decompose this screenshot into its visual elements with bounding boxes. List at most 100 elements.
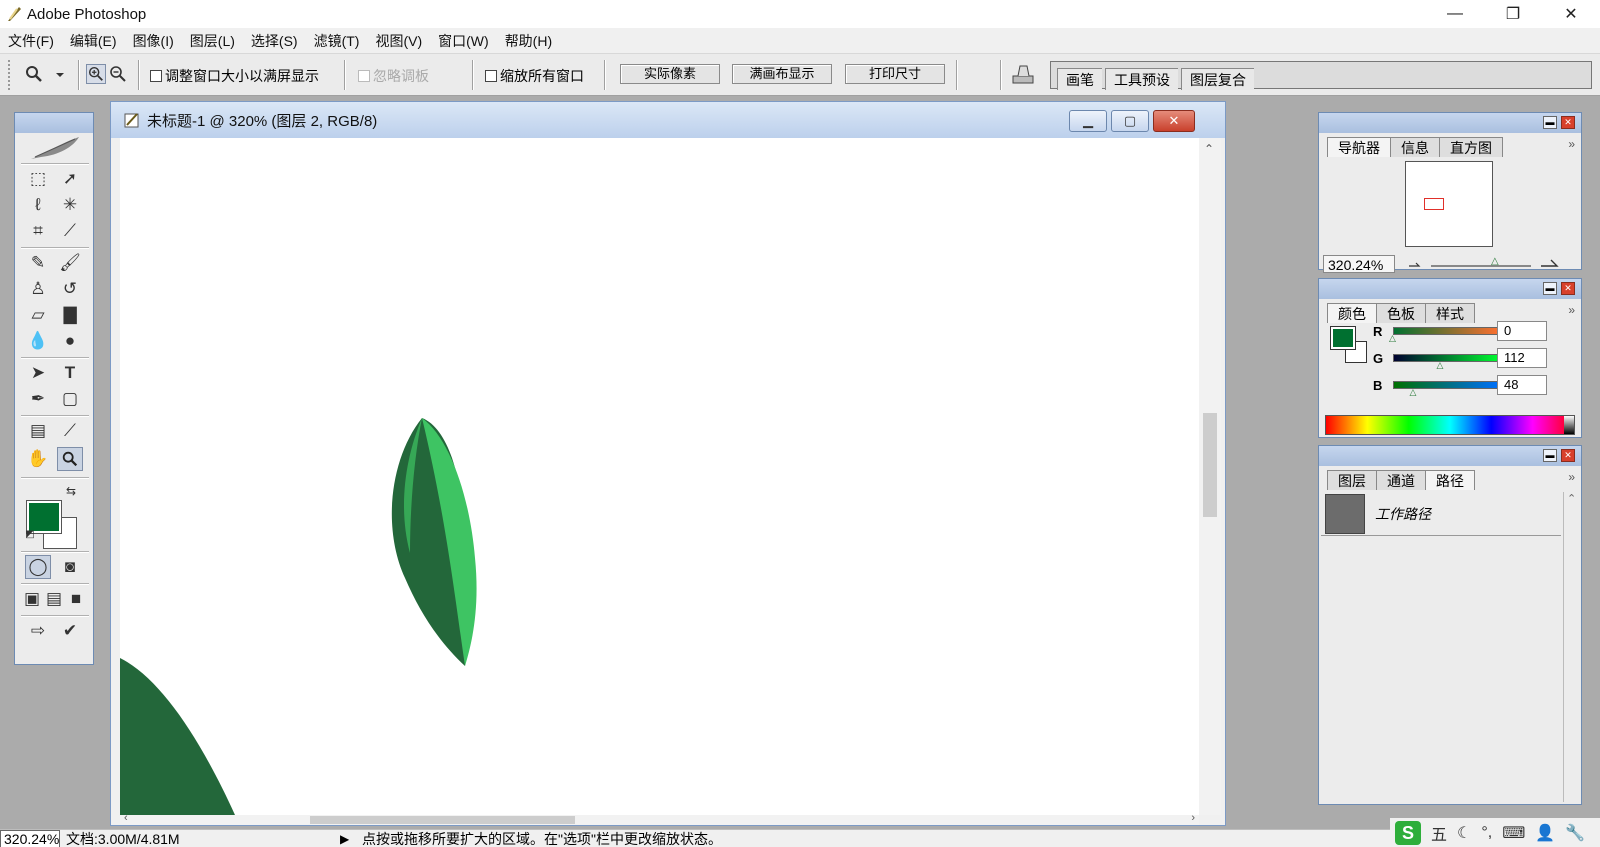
panel-minimize-button[interactable]: ▬ [1543, 116, 1557, 129]
blue-slider-thumb[interactable]: △ [1410, 387, 1417, 398]
eyedropper-tool-icon[interactable]: ⟋ [57, 419, 83, 443]
panel-close-button[interactable]: ✕ [1561, 449, 1575, 462]
green-slider-thumb[interactable]: △ [1437, 360, 1444, 371]
default-colors-icon[interactable]: ◩ [23, 527, 37, 541]
punctuation-icon[interactable]: °, [1481, 824, 1492, 842]
well-tab-layer-comps[interactable]: 图层复合 [1181, 68, 1254, 90]
scroll-right-icon[interactable]: › [1191, 812, 1195, 824]
move-tool-icon[interactable]: ➚ [57, 167, 83, 191]
navigator-view-box[interactable] [1424, 198, 1444, 210]
clone-stamp-tool-icon[interactable]: ♙ [25, 277, 51, 301]
user-icon[interactable]: 👤 [1535, 823, 1555, 843]
zoom-out-icon[interactable] [108, 64, 128, 84]
hand-tool-icon[interactable]: ✋ [25, 447, 51, 471]
swap-colors-icon[interactable]: ⇆ [63, 483, 79, 499]
menu-view[interactable]: 视图(V) [367, 28, 430, 54]
healing-brush-tool-icon[interactable]: ✎ [25, 251, 51, 275]
shape-tool-icon[interactable]: ▢ [57, 387, 83, 411]
tools-wrench-icon[interactable]: 🔧 [1565, 823, 1585, 843]
scroll-left-icon[interactable]: ‹ [124, 812, 128, 824]
gradient-tool-icon[interactable]: ▇ [57, 303, 83, 327]
red-slider[interactable] [1393, 327, 1501, 335]
keyboard-icon[interactable]: ⌨ [1502, 823, 1525, 843]
zoom-in-small-icon[interactable] [1539, 256, 1559, 270]
menu-layer[interactable]: 图层(L) [182, 28, 243, 54]
edit-in-imageready-icon[interactable]: ✔ [57, 619, 83, 643]
horizontal-scrollbar[interactable]: ‹ › [120, 812, 1199, 825]
color-spectrum-bar[interactable] [1325, 415, 1575, 435]
actual-pixels-button[interactable]: 实际像素 [620, 64, 720, 84]
red-value-field[interactable]: 0 [1497, 321, 1547, 341]
panel-menu-icon[interactable]: » [1568, 303, 1575, 317]
red-slider-thumb[interactable]: △ [1389, 333, 1396, 344]
slice-tool-icon[interactable]: ⟋ [57, 219, 83, 243]
type-tool-icon[interactable]: T [57, 361, 83, 385]
menu-file[interactable]: 文件(F) [0, 28, 62, 54]
chevron-down-icon[interactable] [54, 64, 66, 84]
layers-panel-header[interactable]: ▬ ✕ [1319, 446, 1581, 466]
document-size-info[interactable]: 文档:3.00M/4.81M [66, 830, 180, 847]
menu-window[interactable]: 窗口(W) [430, 28, 497, 54]
zoom-tool-icon[interactable] [57, 447, 83, 471]
blur-tool-icon[interactable]: 💧 [25, 329, 51, 353]
sogou-logo-icon[interactable]: S [1395, 820, 1421, 845]
checkbox-box[interactable] [485, 70, 497, 82]
half-width-moon-icon[interactable]: ☾ [1457, 823, 1471, 843]
green-value-field[interactable]: 112 [1497, 348, 1547, 368]
tab-paths[interactable]: 路径 [1425, 470, 1475, 490]
navigator-zoom-slider[interactable] [1431, 265, 1531, 267]
blue-value-field[interactable]: 48 [1497, 375, 1547, 395]
well-tab-brushes[interactable]: 画笔 [1057, 68, 1102, 90]
panel-minimize-button[interactable]: ▬ [1543, 282, 1557, 295]
panel-menu-icon[interactable]: » [1568, 137, 1575, 151]
path-row-work-path[interactable]: 工作路径 [1321, 492, 1561, 536]
dodge-tool-icon[interactable]: ● [57, 329, 83, 353]
minimize-button[interactable]: — [1426, 0, 1484, 28]
crop-tool-icon[interactable]: ⌗ [25, 219, 51, 243]
close-button[interactable]: ✕ [1542, 0, 1600, 28]
full-screen-menu-mode-icon[interactable]: ▤ [43, 587, 65, 611]
full-screen-mode-icon[interactable]: ■ [65, 587, 87, 611]
standard-mode-icon[interactable]: ◯ [25, 555, 51, 579]
scroll-up-icon[interactable]: ⌃ [1204, 142, 1214, 156]
menu-select[interactable]: 选择(S) [243, 28, 306, 54]
standard-screen-mode-icon[interactable]: ▣ [21, 587, 43, 611]
resize-windows-checkbox[interactable]: 调整窗口大小以满屏显示 [150, 66, 319, 86]
zoom-in-icon[interactable] [86, 64, 106, 84]
checkbox-box[interactable] [150, 70, 162, 82]
fit-screen-button[interactable]: 满画布显示 [732, 64, 832, 84]
print-size-button[interactable]: 打印尺寸 [845, 64, 945, 84]
zoom-tool-preset-icon[interactable] [24, 64, 44, 84]
green-slider[interactable] [1393, 354, 1501, 362]
marquee-tool-icon[interactable]: ⬚ [25, 167, 51, 191]
panel-close-button[interactable]: ✕ [1561, 116, 1575, 129]
quick-mask-mode-icon[interactable]: ◙ [57, 555, 83, 579]
color-panel-header[interactable]: ▬ ✕ [1319, 279, 1581, 299]
eraser-tool-icon[interactable]: ▱ [25, 303, 51, 327]
menu-edit[interactable]: 编辑(E) [62, 28, 125, 54]
document-minimize-button[interactable]: ▁ [1069, 110, 1107, 132]
restore-button[interactable]: ❐ [1484, 0, 1542, 28]
document-maximize-button[interactable]: ▢ [1111, 110, 1149, 132]
tab-layers[interactable]: 图层 [1327, 470, 1377, 490]
magic-wand-tool-icon[interactable]: ✳ [57, 193, 83, 217]
tab-navigator[interactable]: 导航器 [1327, 137, 1391, 157]
pen-tool-icon[interactable]: ✒ [25, 387, 51, 411]
toolbox-header[interactable] [15, 113, 93, 133]
menu-help[interactable]: 帮助(H) [497, 28, 560, 54]
vertical-scrollbar[interactable]: ⌃ [1199, 138, 1221, 815]
zoom-out-small-icon[interactable] [1407, 257, 1421, 271]
history-brush-tool-icon[interactable]: ↺ [57, 277, 83, 301]
status-zoom-field[interactable]: 320.24% [0, 830, 60, 847]
imageready-jump-icon[interactable]: ⇨ [25, 619, 51, 643]
navigator-panel-header[interactable]: ▬ ✕ [1319, 113, 1581, 133]
status-menu-arrow-icon[interactable]: ▶ [340, 830, 349, 847]
tab-info[interactable]: 信息 [1390, 137, 1440, 157]
file-browser-icon[interactable] [1010, 62, 1036, 86]
lasso-tool-icon[interactable]: ℓ [25, 193, 51, 217]
ime-mode[interactable]: 五 [1431, 821, 1447, 845]
navigator-zoom-field[interactable]: 320.24% [1323, 255, 1395, 273]
navigator-slider-thumb[interactable]: △ [1491, 256, 1499, 267]
canvas[interactable] [120, 138, 1199, 815]
document-close-button[interactable]: ✕ [1153, 110, 1195, 132]
